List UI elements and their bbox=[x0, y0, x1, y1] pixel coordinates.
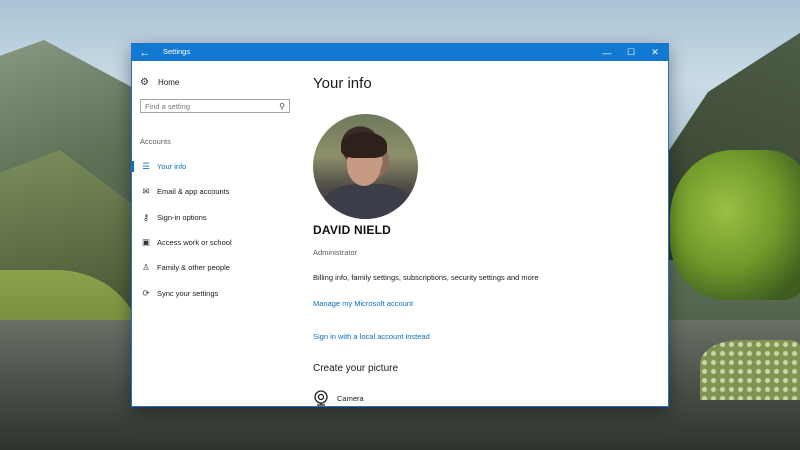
nav-item-work-school[interactable]: ▣ Access work or school bbox=[132, 230, 302, 255]
back-button[interactable]: ← bbox=[132, 44, 158, 61]
wallpaper-flowers bbox=[700, 340, 800, 400]
search-box[interactable]: ⚲ bbox=[140, 99, 290, 113]
briefcase-icon: ▣ bbox=[141, 237, 151, 248]
gear-icon: ⚙ bbox=[140, 76, 149, 88]
minimize-icon: — bbox=[602, 47, 612, 58]
arrow-left-icon: ← bbox=[139, 46, 151, 59]
nav-home[interactable]: ⚙ Home bbox=[140, 75, 179, 89]
nav-item-label: Sign-in options bbox=[157, 212, 207, 222]
search-icon[interactable]: ⚲ bbox=[279, 102, 285, 111]
user-role: Administrator bbox=[313, 248, 358, 257]
camera-icon bbox=[314, 390, 328, 406]
title-bar[interactable]: ← Settings — ☐ ✕ bbox=[132, 44, 668, 61]
nav-list: ☰ Your info ✉ Email & app accounts ⚷ Sig… bbox=[132, 154, 302, 306]
nav-item-sign-in-options[interactable]: ⚷ Sign-in options bbox=[132, 205, 302, 230]
nav-item-label: Email & app accounts bbox=[157, 187, 230, 197]
user-name: DAVID NIELD bbox=[313, 223, 391, 237]
window-title: Settings bbox=[163, 47, 191, 56]
key-icon: ⚷ bbox=[142, 211, 150, 222]
navigation-pane: ⚙ Home ⚲ Accounts ☰ Your info ✉ Email & … bbox=[132, 61, 302, 406]
nav-item-sync[interactable]: ⟳ Sync your settings bbox=[132, 280, 302, 305]
person-icon: ♙ bbox=[142, 262, 150, 273]
local-account-link[interactable]: Sign in with a local account instead bbox=[313, 332, 430, 341]
avatar-shirt bbox=[323, 184, 413, 219]
nav-item-label: Family & other people bbox=[157, 263, 230, 273]
maximize-icon: ☐ bbox=[626, 47, 636, 57]
sync-icon: ⟳ bbox=[142, 287, 150, 298]
nav-item-label: Access work or school bbox=[157, 238, 232, 248]
settings-window: ← Settings — ☐ ✕ ⚙ Home ⚲ Accounts ☰ You… bbox=[132, 44, 668, 406]
create-picture-heading: Create your picture bbox=[313, 363, 399, 374]
camera-label: Camera bbox=[337, 393, 364, 403]
nav-section-heading: Accounts bbox=[140, 137, 171, 146]
manage-account-link[interactable]: Manage my Microsoft account bbox=[313, 299, 413, 308]
nav-item-family[interactable]: ♙ Family & other people bbox=[132, 255, 302, 280]
page-title: Your info bbox=[313, 75, 372, 92]
content-pane: Your info DAVID NIELD Administrator Bill… bbox=[313, 61, 653, 406]
nav-item-label: Your info bbox=[157, 162, 187, 172]
minimize-button[interactable]: — bbox=[595, 44, 619, 61]
nav-home-label: Home bbox=[158, 77, 180, 87]
search-input[interactable] bbox=[145, 101, 265, 111]
avatar bbox=[313, 114, 418, 219]
wallpaper-moss bbox=[670, 150, 800, 300]
person-card-icon: ☰ bbox=[142, 161, 150, 172]
close-icon: ✕ bbox=[651, 47, 659, 57]
close-button[interactable]: ✕ bbox=[643, 44, 667, 61]
nav-item-your-info[interactable]: ☰ Your info bbox=[132, 154, 302, 179]
mail-icon: ✉ bbox=[142, 186, 150, 197]
nav-item-label: Sync your settings bbox=[157, 288, 219, 298]
camera-option[interactable]: Camera bbox=[313, 390, 364, 406]
maximize-button[interactable]: ☐ bbox=[619, 44, 643, 61]
avatar-hair bbox=[341, 132, 387, 158]
billing-description: Billing info, family settings, subscript… bbox=[313, 273, 539, 282]
nav-item-email-accounts[interactable]: ✉ Email & app accounts bbox=[132, 179, 302, 204]
